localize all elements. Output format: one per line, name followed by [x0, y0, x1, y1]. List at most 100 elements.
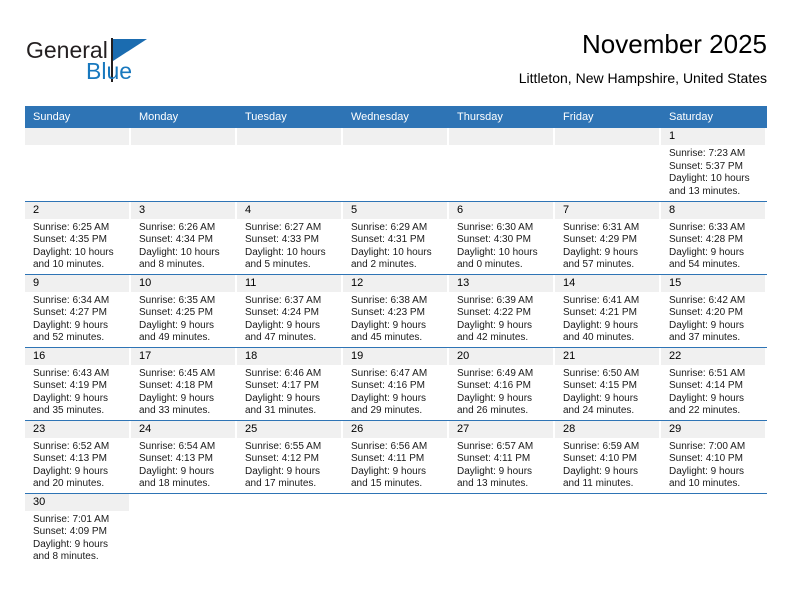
calendar-day-cell[interactable]: 23 Sunrise: 6:52 AM Sunset: 4:13 PM Dayligh… — [25, 419, 131, 493]
weekday-header-thursday: Thursday — [449, 106, 555, 128]
daylight-text-line1: Daylight: 9 hours — [351, 465, 427, 477]
sunrise-text: Sunrise: 6:43 AM — [33, 367, 110, 379]
day-details: Sunrise: 6:29 AM Sunset: 4:31 PM Daylight:… — [343, 219, 449, 272]
sunrise-text: Sunrise: 6:45 AM — [139, 367, 216, 379]
sunrise-text: Sunrise: 6:51 AM — [669, 367, 746, 379]
calendar-day-cell[interactable]: 19 Sunrise: 6:47 AM Sunset: 4:16 PM Dayligh… — [343, 346, 449, 420]
sunrise-text: Sunrise: 7:23 AM — [669, 148, 746, 159]
day-number: 21 — [555, 347, 659, 365]
calendar-day-cell[interactable]: 1 Sunrise: 7:23 AM Sunset: 5:37 PM Daylight… — [661, 128, 767, 201]
daylight-text-line1: Daylight: 9 hours — [351, 319, 427, 331]
day-number-placeholder — [555, 128, 659, 145]
day-details: Sunrise: 6:57 AM Sunset: 4:11 PM Daylight:… — [449, 438, 555, 491]
weekday-header-monday: Monday — [131, 106, 237, 128]
daylight-text-line2: and 31 minutes. — [245, 405, 317, 417]
day-details: Sunrise: 6:33 AM Sunset: 4:28 PM Daylight:… — [661, 219, 767, 272]
sunrise-text: Sunrise: 6:39 AM — [457, 294, 534, 306]
sunset-text: Sunset: 4:29 PM — [563, 234, 637, 246]
day-number: 3 — [131, 201, 235, 219]
calendar-day-cell[interactable]: 15 Sunrise: 6:42 AM Sunset: 4:20 PM Dayligh… — [661, 273, 767, 347]
calendar-blank-cell — [343, 492, 449, 566]
day-number: 20 — [449, 347, 553, 365]
day-number: 4 — [237, 201, 341, 219]
day-details: Sunrise: 6:55 AM Sunset: 4:12 PM Daylight:… — [237, 438, 343, 491]
calendar-blank-cell — [449, 492, 555, 566]
day-number: 15 — [661, 274, 765, 292]
calendar-day-cell[interactable]: 13 Sunrise: 6:39 AM Sunset: 4:22 PM Dayligh… — [449, 273, 555, 347]
sunset-text: Sunset: 4:12 PM — [245, 453, 319, 465]
daylight-text-line2: and 45 minutes. — [351, 332, 423, 344]
daylight-text-line1: Daylight: 10 hours — [669, 173, 750, 185]
day-details: Sunrise: 6:42 AM Sunset: 4:20 PM Daylight:… — [661, 292, 767, 345]
daylight-text-line2: and 10 minutes. — [33, 259, 105, 271]
daylight-text-line2: and 20 minutes. — [33, 478, 105, 490]
calendar-day-cell[interactable]: 21 Sunrise: 6:50 AM Sunset: 4:15 PM Dayligh… — [555, 346, 661, 420]
sunset-text: Sunset: 4:17 PM — [245, 380, 319, 392]
daylight-text-line1: Daylight: 9 hours — [669, 319, 745, 331]
sunrise-text: Sunrise: 6:59 AM — [563, 440, 640, 452]
day-number-placeholder — [449, 128, 553, 145]
calendar-day-cell[interactable]: 28 Sunrise: 6:59 AM Sunset: 4:10 PM Dayligh… — [555, 419, 661, 493]
sunset-text: Sunset: 4:16 PM — [457, 380, 531, 392]
daylight-text-line1: Daylight: 10 hours — [245, 246, 326, 258]
calendar-day-cell[interactable]: 9 Sunrise: 6:34 AM Sunset: 4:27 PM Daylight… — [25, 273, 131, 347]
daylight-text-line1: Daylight: 9 hours — [351, 392, 427, 404]
calendar-week-row: 2 Sunrise: 6:25 AM Sunset: 4:35 PM Daylight… — [25, 200, 767, 274]
calendar-empty-cell — [131, 128, 237, 201]
calendar-day-cell[interactable]: 2 Sunrise: 6:25 AM Sunset: 4:35 PM Daylight… — [25, 200, 131, 274]
daylight-text-line2: and 29 minutes. — [351, 405, 423, 417]
day-number: 19 — [343, 347, 447, 365]
calendar-day-cell[interactable]: 22 Sunrise: 6:51 AM Sunset: 4:14 PM Dayligh… — [661, 346, 767, 420]
calendar-day-cell[interactable]: 25 Sunrise: 6:55 AM Sunset: 4:12 PM Dayligh… — [237, 419, 343, 493]
calendar-day-cell[interactable]: 12 Sunrise: 6:38 AM Sunset: 4:23 PM Dayligh… — [343, 273, 449, 347]
sunset-text: Sunset: 4:11 PM — [351, 453, 425, 465]
calendar-day-cell[interactable]: 26 Sunrise: 6:56 AM Sunset: 4:11 PM Dayligh… — [343, 419, 449, 493]
day-details: Sunrise: 6:50 AM Sunset: 4:15 PM Daylight:… — [555, 365, 661, 418]
sunset-text: Sunset: 4:35 PM — [33, 234, 107, 246]
day-number: 17 — [131, 347, 235, 365]
calendar-day-cell[interactable]: 5 Sunrise: 6:29 AM Sunset: 4:31 PM Daylight… — [343, 200, 449, 274]
calendar-day-cell[interactable]: 3 Sunrise: 6:26 AM Sunset: 4:34 PM Daylight… — [131, 200, 237, 274]
calendar-day-cell[interactable]: 18 Sunrise: 6:46 AM Sunset: 4:17 PM Dayligh… — [237, 346, 343, 420]
day-details: Sunrise: 7:01 AM Sunset: 4:09 PM Daylight:… — [25, 511, 131, 564]
sunset-text: Sunset: 4:15 PM — [563, 380, 637, 392]
calendar-day-cell[interactable]: 8 Sunrise: 6:33 AM Sunset: 4:28 PM Daylight… — [661, 200, 767, 274]
day-details: Sunrise: 6:25 AM Sunset: 4:35 PM Daylight:… — [25, 219, 131, 272]
calendar-day-cell[interactable]: 20 Sunrise: 6:49 AM Sunset: 4:16 PM Dayligh… — [449, 346, 555, 420]
sunset-text: Sunset: 4:20 PM — [669, 307, 743, 319]
daylight-text-line1: Daylight: 9 hours — [33, 319, 109, 331]
day-number: 16 — [25, 347, 129, 365]
sunset-text: Sunset: 4:21 PM — [563, 307, 637, 319]
daylight-text-line2: and 5 minutes. — [245, 259, 311, 271]
logo-text-blue: Blue — [86, 58, 133, 84]
calendar-day-cell[interactable]: 14 Sunrise: 6:41 AM Sunset: 4:21 PM Dayligh… — [555, 273, 661, 347]
day-number: 12 — [343, 274, 447, 292]
day-number: 23 — [25, 420, 129, 438]
sunrise-sunset-calendar: Sunday Monday Tuesday Wednesday Thursday… — [25, 106, 767, 566]
day-number: 1 — [661, 128, 765, 145]
calendar-day-cell[interactable]: 16 Sunrise: 6:43 AM Sunset: 4:19 PM Dayligh… — [25, 346, 131, 420]
daylight-text-line1: Daylight: 9 hours — [245, 465, 321, 477]
calendar-day-cell[interactable]: 27 Sunrise: 6:57 AM Sunset: 4:11 PM Dayligh… — [449, 419, 555, 493]
calendar-day-cell[interactable]: 6 Sunrise: 6:30 AM Sunset: 4:30 PM Daylight… — [449, 200, 555, 274]
sunset-text: Sunset: 4:09 PM — [33, 526, 107, 538]
calendar-day-cell[interactable]: 30 Sunrise: 7:01 AM Sunset: 4:09 PM Dayligh… — [25, 492, 131, 566]
calendar-day-cell[interactable]: 24 Sunrise: 6:54 AM Sunset: 4:13 PM Dayligh… — [131, 419, 237, 493]
calendar-day-cell[interactable]: 4 Sunrise: 6:27 AM Sunset: 4:33 PM Daylight… — [237, 200, 343, 274]
sunset-text: Sunset: 4:18 PM — [139, 380, 213, 392]
day-details: Sunrise: 6:43 AM Sunset: 4:19 PM Daylight:… — [25, 365, 131, 418]
daylight-text-line1: Daylight: 9 hours — [563, 319, 639, 331]
day-details: Sunrise: 6:31 AM Sunset: 4:29 PM Daylight:… — [555, 219, 661, 272]
calendar-day-cell[interactable]: 17 Sunrise: 6:45 AM Sunset: 4:18 PM Dayligh… — [131, 346, 237, 420]
calendar-day-cell[interactable]: 11 Sunrise: 6:37 AM Sunset: 4:24 PM Dayligh… — [237, 273, 343, 347]
calendar-day-cell[interactable]: 29 Sunrise: 7:00 AM Sunset: 4:10 PM Dayligh… — [661, 419, 767, 493]
calendar-day-cell[interactable]: 10 Sunrise: 6:35 AM Sunset: 4:25 PM Dayligh… — [131, 273, 237, 347]
general-blue-logo[interactable]: General Blue — [25, 36, 265, 94]
sunrise-text: Sunrise: 6:50 AM — [563, 367, 640, 379]
daylight-text-line1: Daylight: 9 hours — [457, 392, 533, 404]
calendar-day-cell[interactable]: 7 Sunrise: 6:31 AM Sunset: 4:29 PM Daylight… — [555, 200, 661, 274]
daylight-text-line2: and 33 minutes. — [139, 405, 211, 417]
day-details: Sunrise: 6:56 AM Sunset: 4:11 PM Daylight:… — [343, 438, 449, 491]
daylight-text-line2: and 35 minutes. — [33, 405, 105, 417]
day-details: Sunrise: 6:38 AM Sunset: 4:23 PM Daylight:… — [343, 292, 449, 345]
